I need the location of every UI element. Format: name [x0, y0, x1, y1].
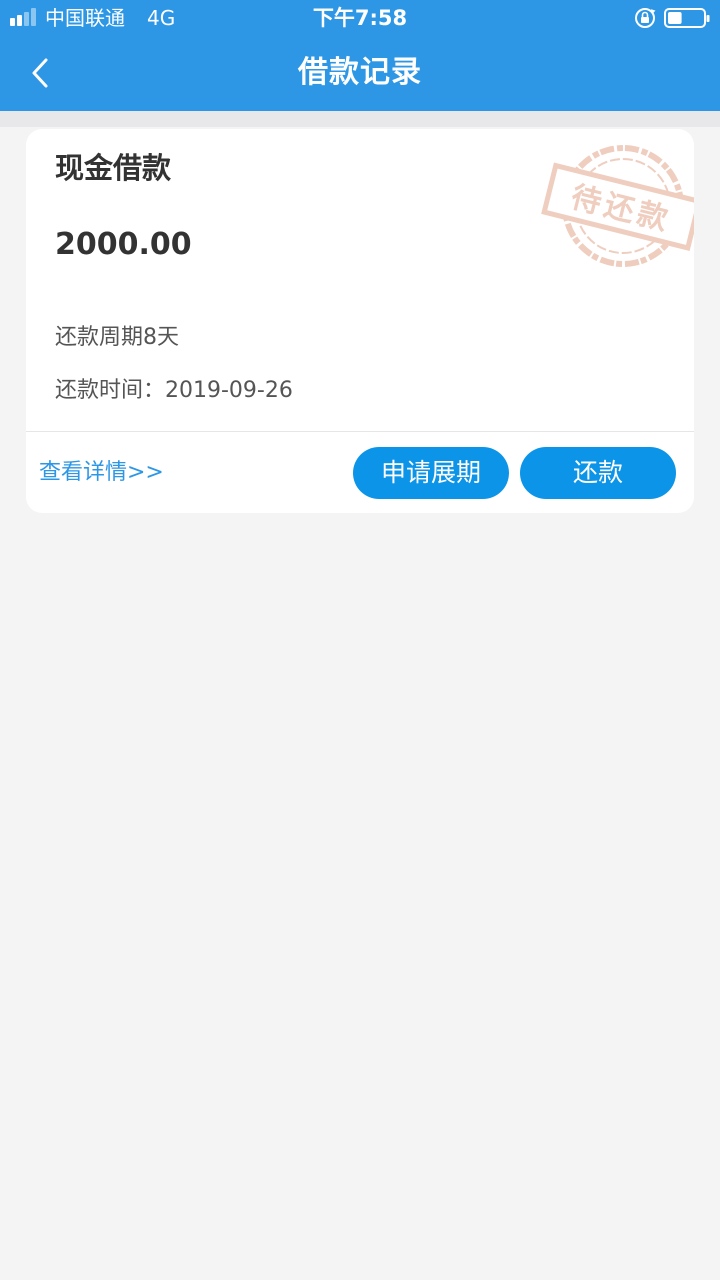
- pending-repayment-stamp: 待还款: [541, 145, 694, 267]
- apply-extension-button[interactable]: 申请展期: [353, 447, 509, 499]
- battery-icon: [664, 8, 710, 28]
- repay-button[interactable]: 还款: [520, 447, 676, 499]
- loan-type-label: 现金借款: [55, 151, 172, 185]
- status-bar: 中国联通 4G 下午7:58: [0, 0, 720, 38]
- header-divider: [0, 111, 720, 127]
- page-title: 借款记录: [298, 55, 422, 90]
- rotation-lock-icon: [635, 8, 656, 28]
- loan-amount: 2000.00: [55, 227, 192, 262]
- view-details-link[interactable]: 查看详情>>: [39, 457, 164, 489]
- loan-record-card: 现金借款 2000.00 还款周期8天 还款时间：2019-09-26 待还款 …: [26, 129, 694, 513]
- repayment-date: 还款时间：2019-09-26: [55, 378, 293, 403]
- status-time: 下午7:58: [312, 6, 408, 30]
- card-divider: [26, 431, 694, 432]
- repayment-period: 还款周期8天: [55, 325, 179, 350]
- top-bar: 中国联通 4G 下午7:58 借款记录: [0, 0, 720, 111]
